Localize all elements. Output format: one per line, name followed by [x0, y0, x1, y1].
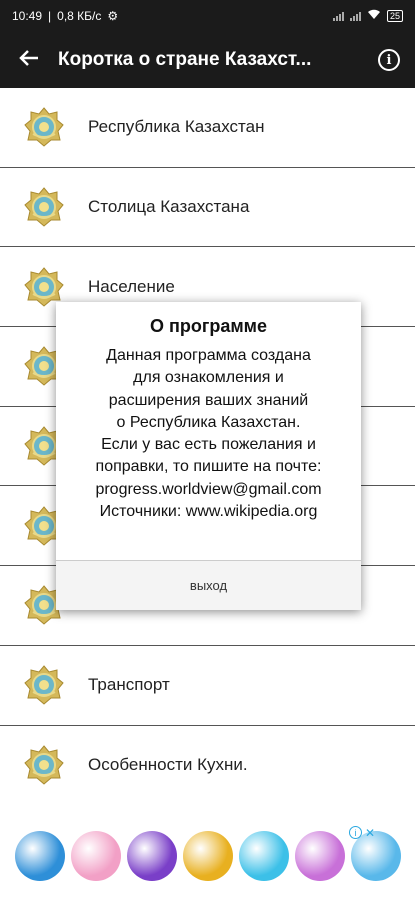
- list-item-label: Транспорт: [88, 675, 170, 695]
- list-item[interactable]: Транспорт: [0, 646, 415, 726]
- kazakhstan-emblem-icon: [24, 266, 64, 307]
- info-button[interactable]: i: [363, 49, 415, 71]
- list-item[interactable]: Особенности Кухни.: [0, 726, 415, 806]
- ad-banner[interactable]: i ✕: [0, 826, 415, 886]
- kazakhstan-emblem-icon: [24, 745, 64, 786]
- back-arrow-icon[interactable]: [0, 47, 58, 73]
- dialog-line: Источники: www.wikipedia.org: [99, 503, 318, 521]
- list-item[interactable]: Республика Казахстан: [0, 88, 415, 168]
- ad-choices[interactable]: i ✕: [348, 826, 375, 840]
- dialog-line: для ознакомления и: [133, 369, 284, 387]
- list-item-label: Республика Казахстан: [88, 117, 265, 137]
- kazakhstan-emblem-icon: [24, 107, 64, 148]
- kazakhstan-emblem-icon: [24, 665, 64, 705]
- about-dialog: О программе Данная программа создана для …: [56, 302, 361, 610]
- list-item-label: Столица Казахстана: [88, 197, 250, 217]
- app-bar: Коротка о стране Казахст... i: [0, 32, 415, 88]
- ad-game-thumbnail[interactable]: [182, 831, 233, 881]
- ad-info-icon[interactable]: i: [348, 826, 362, 839]
- ad-close-icon[interactable]: ✕: [365, 826, 375, 840]
- dialog-line: progress.worldview@gmail.com: [95, 480, 322, 498]
- dialog-line: о Республика Казахстан.: [116, 413, 301, 431]
- dialog-line: Если у вас есть пожелания и: [101, 436, 316, 454]
- ad-game-thumbnail[interactable]: [126, 831, 177, 881]
- status-bar: 10:49 | 0,8 КБ/с ⚙ 25: [0, 0, 415, 32]
- settings-gear-icon: ⚙: [107, 9, 119, 23]
- list-item-label: Население: [88, 276, 175, 296]
- wifi-icon: [367, 9, 381, 23]
- dialog-body: Данная программа создана для ознакомления…: [56, 345, 361, 523]
- list-item[interactable]: Столица Казахстана: [0, 168, 415, 248]
- kazakhstan-emblem-icon: [24, 187, 64, 227]
- exit-button[interactable]: выход: [56, 561, 361, 610]
- page-title: Коротка о стране Казахст...: [58, 49, 312, 70]
- status-network-speed: 0,8 КБ/с: [57, 9, 102, 23]
- dialog-title: О программе: [149, 316, 267, 336]
- dialog-line: Данная программа создана: [106, 347, 311, 364]
- status-separator: |: [48, 9, 52, 23]
- status-time: 10:49: [12, 9, 43, 23]
- signal-icon: [332, 11, 344, 21]
- ad-game-thumbnail[interactable]: [14, 831, 65, 881]
- list-item-label: Особенности Кухни.: [88, 755, 248, 775]
- signal-icon-2: [349, 11, 361, 21]
- dialog-line: поправки, то пишите на почте:: [95, 458, 322, 476]
- info-icon: i: [378, 49, 400, 71]
- ad-game-thumbnail[interactable]: [294, 831, 345, 881]
- dialog-line: расширения ваших знаний: [108, 391, 309, 409]
- ad-game-thumbnail[interactable]: [238, 831, 289, 881]
- ad-game-thumbnail[interactable]: [70, 831, 121, 881]
- battery-icon: 25: [386, 10, 403, 22]
